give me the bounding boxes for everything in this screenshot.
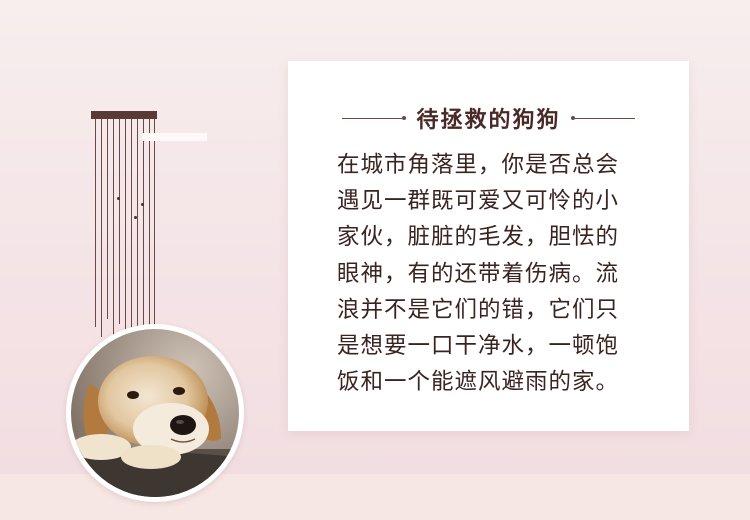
body-line: 遇见一群既可爱又可怜的小 xyxy=(337,188,620,215)
body-line: 家伙，脏脏的毛发，胆怯的 xyxy=(337,224,620,251)
dog-photo-frame xyxy=(66,324,244,502)
body-line: 在城市角落里，你是否总会 xyxy=(337,152,620,178)
story-card: 待拯救的狗狗 在城市角落里，你是否总会 遇见一群既可爱又可怜的小 家伙，脏脏的毛… xyxy=(288,61,689,431)
card-header: 待拯救的狗狗 xyxy=(288,101,689,135)
dog-photo xyxy=(71,329,239,497)
hanger-bar xyxy=(91,111,157,119)
decor-strip xyxy=(142,133,207,141)
body-line: 眼神，有的还带着伤病。流 xyxy=(337,260,620,287)
title-dot-left xyxy=(402,116,407,120)
title-rule-right xyxy=(574,117,635,119)
body-line: 是想要一口干净水，一顿饱 xyxy=(337,333,620,360)
body-line: 浪并不是它们的错，它们只 xyxy=(337,296,620,323)
body-line: 饭和一个能遮风避雨的家。 xyxy=(337,369,620,396)
hanging-lines-decoration xyxy=(91,111,157,343)
card-title: 待拯救的狗狗 xyxy=(416,108,561,133)
card-body: 在城市角落里，你是否总会 遇见一群既可爱又可怜的小 家伙，脏脏的毛发，胆怯的 眼… xyxy=(337,147,657,400)
title-rule-left xyxy=(342,117,403,119)
